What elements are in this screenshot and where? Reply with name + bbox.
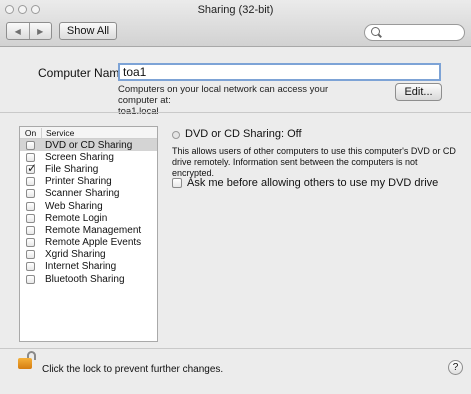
service-label: Scanner Sharing <box>45 188 120 200</box>
service-list-header: On Service <box>20 127 157 139</box>
service-row[interactable]: Remote Login <box>20 212 157 224</box>
service-row[interactable]: Bluetooth Sharing <box>20 273 157 285</box>
service-checkbox[interactable] <box>26 262 35 272</box>
ask-permission-option[interactable]: Ask me before allowing others to use my … <box>172 177 438 189</box>
service-row[interactable]: File Sharing <box>20 161 157 175</box>
service-label: Bluetooth Sharing <box>45 273 125 285</box>
column-service-header: Service <box>46 127 75 138</box>
ask-permission-label: Ask me before allowing others to use my … <box>187 177 439 189</box>
service-row[interactable]: Scanner Sharing <box>20 188 157 200</box>
lock-icon[interactable] <box>18 358 32 369</box>
service-label: Remote Management <box>45 224 142 236</box>
forward-button[interactable]: ▶ <box>28 23 52 39</box>
service-label: Printer Sharing <box>45 176 112 188</box>
service-label: File Sharing <box>45 163 99 175</box>
back-forward-buttons: ◀ ▶ <box>6 22 52 40</box>
chevron-right-icon: ▶ <box>37 26 44 36</box>
search-input[interactable] <box>383 26 462 41</box>
service-checkbox[interactable] <box>26 161 37 175</box>
service-checkbox[interactable] <box>26 189 35 199</box>
footer-divider <box>0 348 471 349</box>
service-row[interactable]: Remote Management <box>20 224 157 236</box>
title-bar: Sharing (32-bit) ◀ ▶ Show All <box>0 0 471 47</box>
search-icon <box>371 27 380 36</box>
service-row[interactable]: Web Sharing <box>20 200 157 212</box>
service-checkbox[interactable] <box>26 213 35 223</box>
back-button[interactable]: ◀ <box>7 23 29 39</box>
service-checkbox[interactable] <box>26 274 35 284</box>
computer-name-help-line1: Computers on your local network can acce… <box>118 84 329 106</box>
edit-button[interactable]: Edit... <box>395 83 442 101</box>
service-list: On Service DVD or CD Sharing Screen Shari… <box>19 126 158 342</box>
service-checkbox[interactable] <box>26 177 35 187</box>
service-label: Remote Login <box>45 212 108 224</box>
service-label: Web Sharing <box>45 200 103 212</box>
service-row[interactable]: Screen Sharing <box>20 151 157 163</box>
column-on-header: On <box>20 127 42 138</box>
help-button[interactable]: ? <box>448 360 463 375</box>
service-row[interactable]: Printer Sharing <box>20 176 157 188</box>
divider <box>0 112 471 113</box>
service-checkbox[interactable] <box>26 201 35 211</box>
chevron-left-icon: ◀ <box>14 26 21 36</box>
service-label: Internet Sharing <box>45 261 117 273</box>
service-label: Screen Sharing <box>45 151 114 163</box>
service-label: Remote Apple Events <box>45 237 142 249</box>
service-description: This allows users of other computers to … <box>172 146 456 178</box>
computer-name-label: Computer Name: <box>38 66 130 80</box>
service-checkbox[interactable] <box>26 225 35 235</box>
service-row[interactable]: Internet Sharing <box>20 261 157 273</box>
service-checkbox[interactable] <box>26 140 35 150</box>
search-field[interactable] <box>364 24 465 41</box>
service-label: DVD or CD Sharing <box>45 139 133 151</box>
service-status: DVD or CD Sharing: Off <box>185 128 302 140</box>
computer-name-input[interactable]: toa1 <box>118 63 441 81</box>
service-checkbox[interactable] <box>26 250 35 260</box>
service-row[interactable]: Remote Apple Events <box>20 237 157 249</box>
service-label: Xgrid Sharing <box>45 249 106 261</box>
service-checkbox[interactable] <box>26 238 35 248</box>
show-all-button[interactable]: Show All <box>59 22 117 40</box>
lock-text: Click the lock to prevent further change… <box>42 364 224 375</box>
ask-permission-checkbox[interactable] <box>172 178 182 188</box>
service-row[interactable]: DVD or CD Sharing <box>20 139 157 152</box>
window-title: Sharing (32-bit) <box>197 4 274 16</box>
service-rows: DVD or CD SharingScreen SharingFile Shar… <box>20 139 157 285</box>
service-row[interactable]: Xgrid Sharing <box>20 249 157 261</box>
status-indicator-icon <box>172 131 180 139</box>
sharing-window: Sharing (32-bit) ◀ ▶ Show All Computer N… <box>0 0 471 394</box>
